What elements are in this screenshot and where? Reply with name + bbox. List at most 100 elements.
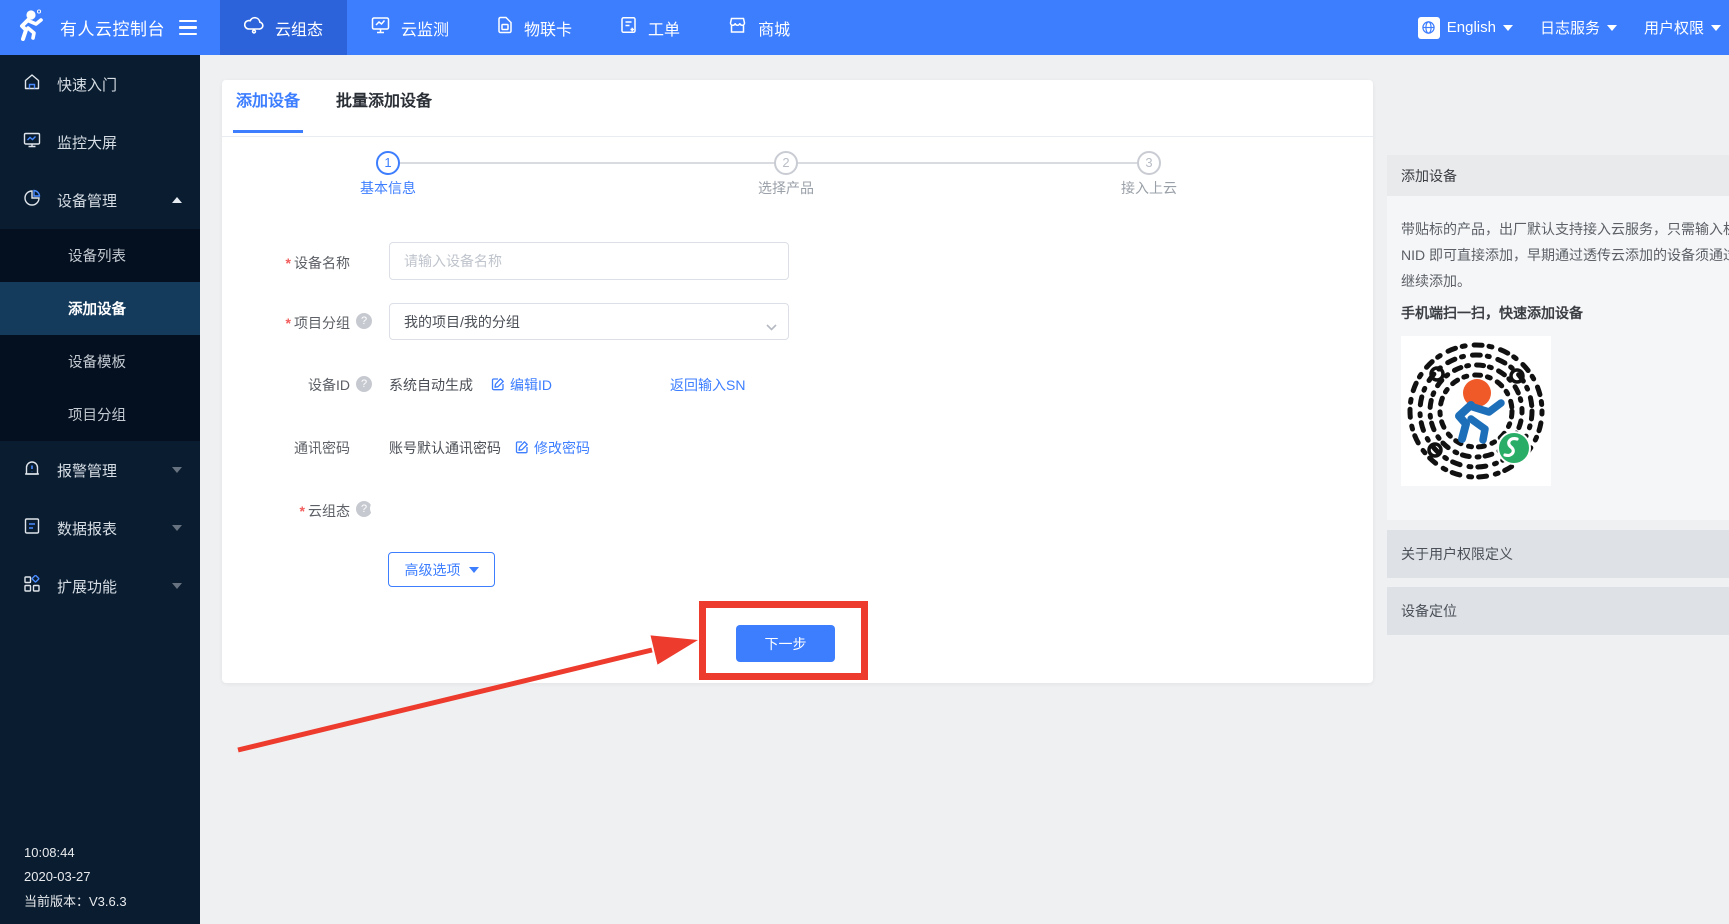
sidebar-item-extensions[interactable]: 扩展功能 (0, 557, 200, 615)
edit-pencil-icon (515, 440, 529, 457)
help-text-line: 带贴标的产品，出厂默认支持接入云服务，只需输入机 (1401, 216, 1729, 242)
comm-password-value: 账号默认通讯密码 (389, 438, 501, 458)
nav-item-label: 云组态 (275, 16, 323, 40)
sidebar-item-device-management[interactable]: 设备管理 (0, 171, 200, 229)
nav-item-label: 云监测 (401, 16, 449, 40)
chevron-down-icon (1503, 25, 1513, 31)
sidebar-item-add-device[interactable]: 添加设备 (0, 282, 200, 335)
step-circle-2: 2 (774, 151, 798, 175)
help-text-line: NID 即可直接添加，早期通过透传云添加的设备须通过 (1401, 242, 1729, 268)
user-permissions-menu[interactable]: 用户权限 (1644, 17, 1721, 38)
project-group-value: 我的项目/我的分组 (404, 312, 520, 332)
chevron-down-icon (766, 318, 777, 334)
back-to-sn-link[interactable]: 返回输入SN (670, 375, 745, 395)
clock-time: 10:08:44 (24, 841, 127, 866)
chevron-down-icon (1711, 25, 1721, 31)
nav-item-store[interactable]: 商城 (704, 0, 814, 55)
step-circle-1: 1 (376, 151, 400, 175)
top-navbar: 有人云控制台 云组态 (0, 0, 1729, 55)
tab-divider (222, 136, 1373, 137)
globe-icon (1418, 17, 1440, 39)
edit-device-id-link[interactable]: 编辑ID (491, 375, 552, 395)
cloud-scada-icon (244, 16, 264, 39)
sidebar-item-data-reports[interactable]: 数据报表 (0, 499, 200, 557)
edit-pencil-icon (491, 377, 505, 394)
nav-item-label: 物联卡 (524, 16, 572, 40)
language-switcher[interactable]: English (1418, 17, 1513, 39)
stepper-line (388, 162, 1149, 164)
sidebar-item-quick-start[interactable]: 快速入门 (0, 55, 200, 113)
step-label-basic-info: 基本信息 (360, 178, 416, 198)
project-group-label: 项目分组 (294, 315, 350, 331)
brand: 有人云控制台 (0, 9, 200, 46)
help-icon[interactable]: ? (356, 376, 372, 392)
pie-chart-icon (23, 189, 41, 211)
required-mark: * (286, 255, 291, 271)
step-label-select-product: 选择产品 (758, 178, 814, 198)
hamburger-menu-icon[interactable] (179, 20, 197, 36)
tab-batch-add-device[interactable]: 批量添加设备 (336, 93, 432, 111)
nav-item-work-order[interactable]: 工单 (596, 0, 704, 55)
chevron-down-icon (172, 583, 182, 589)
primary-nav: 云组态 云监测 物联卡 (220, 0, 814, 55)
miniprogram-qr-code (1401, 336, 1551, 486)
nav-item-sim-card[interactable]: 物联卡 (473, 0, 596, 55)
chevron-up-icon (172, 197, 182, 203)
clock-date: 2020-03-27 (24, 865, 127, 890)
sidebar-footer: 10:08:44 2020-03-27 当前版本：V3.6.3 (24, 841, 127, 915)
store-icon (728, 16, 747, 39)
report-icon (23, 517, 41, 539)
step-circle-3: 3 (1137, 151, 1161, 175)
help-icon[interactable]: ? (356, 313, 372, 329)
sidebar-item-label: 报警管理 (57, 460, 117, 481)
sim-card-icon (497, 16, 513, 39)
cloud-monitor-icon (371, 16, 390, 39)
sidebar-item-monitor-screen[interactable]: 监控大屏 (0, 113, 200, 171)
page-content: 添加设备 批量添加设备 1 2 3 基本信息 选择产品 接入上云 *设备名称 *… (200, 55, 1729, 924)
add-device-card: 添加设备 批量添加设备 1 2 3 基本信息 选择产品 接入上云 *设备名称 *… (222, 80, 1373, 683)
chevron-down-icon (1607, 25, 1617, 31)
device-name-input[interactable] (389, 242, 789, 280)
device-id-value: 系统自动生成 (389, 375, 473, 395)
sidebar-item-project-group[interactable]: 项目分组 (0, 388, 200, 441)
nav-right: English 日志服务 用户权限 (1418, 17, 1729, 39)
log-service-menu[interactable]: 日志服务 (1540, 17, 1617, 38)
usr-person-logo-icon (14, 9, 44, 46)
change-password-link[interactable]: 修改密码 (515, 438, 590, 458)
nav-item-cloud-monitor[interactable]: 云监测 (347, 0, 473, 55)
chevron-down-icon (469, 567, 479, 573)
chevron-down-icon (172, 467, 182, 473)
sidebar-item-label: 快速入门 (57, 74, 117, 95)
panel-add-device-help: 添加设备 带贴标的产品，出厂默认支持接入云服务，只需输入机 NID 即可直接添加… (1387, 155, 1729, 520)
nav-item-label: 商城 (758, 16, 790, 40)
sidebar-item-label: 设备管理 (57, 190, 117, 211)
help-text-line: 继续添加。 (1401, 268, 1729, 294)
device-id-label: 设备ID (308, 377, 350, 393)
wechat-miniprogram-badge (1498, 432, 1530, 464)
sidebar-item-alarm-management[interactable]: 报警管理 (0, 441, 200, 499)
nav-item-cloud-scada[interactable]: 云组态 (220, 0, 347, 55)
panel-device-location[interactable]: 设备定位 (1387, 587, 1729, 635)
scan-qr-hint: 手机端扫一扫，快速添加设备 (1401, 303, 1729, 323)
log-service-label: 日志服务 (1540, 17, 1600, 38)
comm-password-label: 通讯密码 (294, 440, 350, 456)
extensions-grid-icon (23, 575, 41, 597)
sidebar-item-label: 扩展功能 (57, 576, 117, 597)
home-icon (23, 73, 41, 95)
sidebar-item-device-template[interactable]: 设备模板 (0, 335, 200, 388)
version-label: 当前版本：V3.6.3 (24, 890, 127, 915)
language-label: English (1447, 19, 1496, 36)
sidebar-item-label: 数据报表 (57, 518, 117, 539)
cloud-scada-label: 云组态 (308, 503, 350, 519)
app-title: 有人云控制台 (60, 15, 165, 40)
alarm-bell-icon (23, 459, 41, 481)
device-management-submenu: 设备列表 添加设备 设备模板 项目分组 (0, 229, 200, 441)
panel-user-permissions[interactable]: 关于用户权限定义 (1387, 530, 1729, 578)
project-group-select[interactable]: 我的项目/我的分组 (389, 303, 789, 340)
tab-add-device[interactable]: 添加设备 (236, 93, 300, 111)
sidebar-item-label: 监控大屏 (57, 132, 117, 153)
next-step-button[interactable]: 下一步 (736, 625, 835, 662)
sidebar-item-device-list[interactable]: 设备列表 (0, 229, 200, 282)
advanced-options-button[interactable]: 高级选项 (388, 552, 495, 587)
chevron-down-icon (172, 525, 182, 531)
